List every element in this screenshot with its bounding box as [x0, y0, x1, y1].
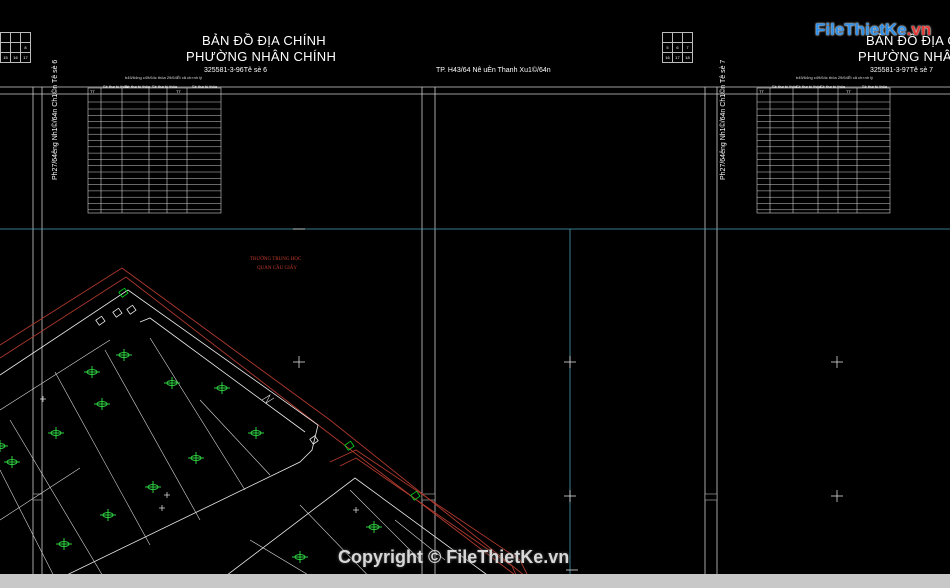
- sheet-cell: 17: [20, 52, 31, 63]
- table-header-tt: TT: [176, 89, 181, 94]
- logo-brand-right: ThietKe: [844, 20, 907, 39]
- road-boundaries: [0, 267, 541, 588]
- table-header: Sè thø tù thöa: [862, 84, 888, 89]
- table-note-left: b45/64ng c49/64c thöa 29/64Êt cã ch×nh l…: [125, 75, 203, 80]
- logo-brand-left: File: [815, 20, 845, 39]
- tree-icon: [100, 509, 116, 521]
- sheet-cell: [10, 32, 21, 43]
- table-header: Sè thø tù thöa: [820, 84, 846, 89]
- sheet-cell: [682, 32, 693, 43]
- tree-icon: [248, 427, 264, 439]
- frame-label-right: Ph27/64êng Nh1©/64n Ch1©n Tê sè 7: [720, 59, 727, 180]
- tree-icon: [366, 521, 382, 533]
- tree-icon: [0, 440, 8, 452]
- sheet-code-left: 325581-3-96Tê sè 6: [204, 67, 268, 74]
- sheet-cell: [10, 42, 21, 53]
- tree-icon: [214, 382, 230, 394]
- table-header: Sè thø tù thöa: [796, 84, 822, 89]
- tree-icon: [48, 427, 64, 439]
- tree-icon: [56, 538, 72, 550]
- table-header: Sè thø tù thöa: [152, 84, 178, 89]
- sheet-cell: 15: [0, 52, 11, 63]
- sheet-cell: 17: [672, 52, 683, 63]
- sheet-cell: 5: [662, 42, 673, 53]
- sheet-index-grid-right: 567 16 17 18: [662, 32, 693, 63]
- map-subtitle-left: PHƯỜNG NHÂN CHÍNH: [186, 49, 337, 64]
- tree-icon: [4, 456, 20, 468]
- table-note-right: b45/64ng c49/64c thöa 29/64Êt cã ch×nh l…: [796, 75, 874, 80]
- table-header-tt: TT: [759, 89, 764, 94]
- tree-icon: [116, 349, 132, 361]
- copyright-watermark: Copyright © FileThietKe.vn: [338, 547, 570, 567]
- table-header: Sè thø tù thöa: [192, 84, 218, 89]
- attribute-table-right: [756, 87, 891, 214]
- status-bar: [0, 574, 950, 588]
- sheet-cell: 16: [10, 52, 21, 63]
- sheet-cell: 7: [682, 42, 693, 53]
- table-header: Sè thø tù thöa: [125, 84, 151, 89]
- sheet-cell: 8: [20, 42, 31, 53]
- tree-icon: [292, 551, 308, 563]
- table-header: Sè thø tù thöa: [772, 84, 798, 89]
- tree-icon: [164, 377, 180, 389]
- sheet-cell: [0, 42, 11, 53]
- sheet-index-grid-left: 8 15 16 17: [0, 32, 31, 63]
- sheet-code-right: 325581-3-97Tê sè 7: [870, 67, 934, 74]
- logo-domain: .vn: [906, 20, 932, 39]
- tree-icon: [84, 366, 100, 378]
- school-label: TRƯỜNG TRUNG HỌC: [250, 257, 302, 262]
- sheet-cell: [662, 32, 673, 43]
- table-header-tt: TT: [846, 89, 851, 94]
- center-caption: TP. H43/64 Nê uÈn Thanh Xu1©/64n: [436, 67, 551, 74]
- frame-label-left: Ph27/64êng Nh1©/64n Ch1©n Tê sè 6: [52, 59, 59, 180]
- map-subtitle-right: PHƯỜNG NHÂN: [858, 49, 950, 64]
- sheet-cell: 18: [682, 52, 693, 63]
- sheet-cell: 16: [662, 52, 673, 63]
- sheet-cell: 6: [672, 42, 683, 53]
- sheet-cell: [672, 32, 683, 43]
- sheet-cell: [20, 32, 31, 43]
- logo-text: FileThietKe.vn: [815, 20, 931, 40]
- filethietke-logo[interactable]: FileThietKe.vn: [811, 9, 931, 49]
- tree-icon: [94, 398, 110, 410]
- sheet-cell: [0, 32, 11, 43]
- block-outlines: [0, 289, 506, 588]
- tree-icon: [145, 481, 161, 493]
- tree-icon: [188, 452, 204, 464]
- attribute-table-left: [87, 87, 222, 214]
- map-frame: [0, 86, 950, 588]
- grid-crosses: [293, 228, 843, 571]
- district-label: QUAN CẦU GIẤY: [257, 266, 297, 271]
- table-header-tt: TT: [90, 89, 95, 94]
- map-title-left: BẢN ĐỒ ĐỊA CHÍNH: [202, 33, 326, 48]
